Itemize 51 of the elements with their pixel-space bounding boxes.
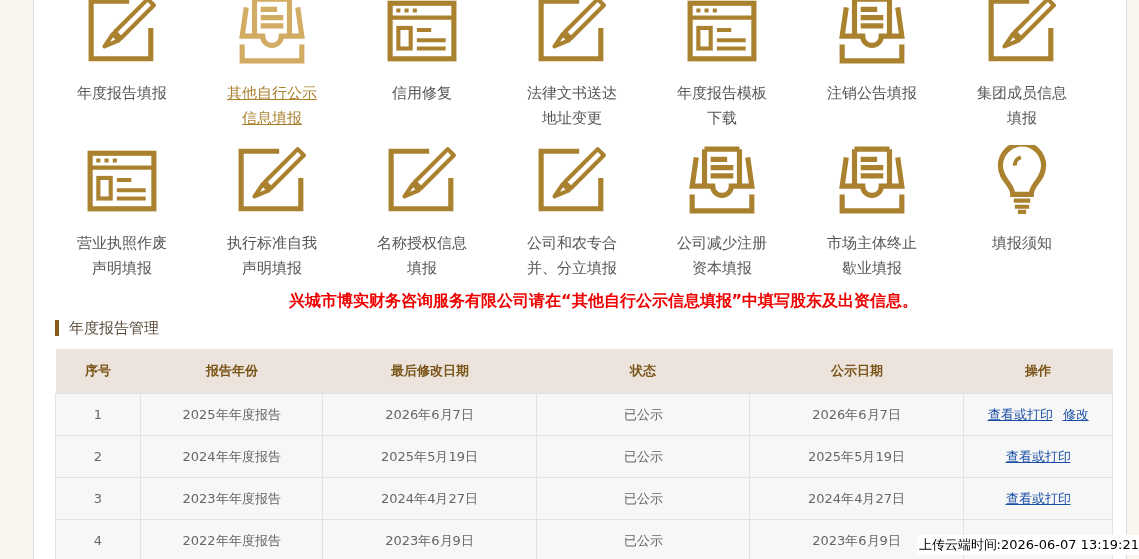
section-marker (55, 320, 59, 336)
view-print-link[interactable]: 查看或打印 (1005, 448, 1071, 464)
notice-text: 兴城市博实财务咨询服务有限公司请在“其他自行公示信息填报”中填写股东及出资信息。 (288, 290, 919, 312)
column-header: 状态 (536, 349, 750, 394)
function-link[interactable]: 营业执照作废声明填报 (72, 231, 172, 281)
table-cell: 2026年6月7日 (322, 393, 537, 436)
function-link[interactable]: 公司和农专合并、分立填报 (522, 231, 622, 281)
view-print-link[interactable]: 查看或打印 (1005, 490, 1071, 506)
table-cell: 2026年6月7日 (749, 393, 964, 436)
function-link[interactable]: 执行标准自我声明填报 (222, 231, 322, 281)
section-title: 年度报告管理 (69, 318, 159, 338)
table-cell: 2025年5月19日 (322, 435, 537, 478)
inbox-tray-icon[interactable] (836, 145, 908, 215)
table-cell: 2024年4月27日 (322, 477, 537, 520)
column-header: 序号 (55, 349, 141, 394)
function-link[interactable]: 注销公告填报 (822, 81, 922, 106)
table-cell: 2022年年度报告 (140, 519, 323, 559)
function-link[interactable]: 市场主体终止歇业填报 (822, 231, 922, 281)
column-header: 报告年份 (140, 349, 323, 394)
function-link[interactable]: 信用修复 (372, 81, 472, 106)
inbox-tray-icon[interactable] (686, 145, 758, 215)
table-cell: 已公示 (536, 519, 750, 559)
function-link[interactable]: 填报须知 (972, 231, 1072, 256)
inbox-tray-icon[interactable] (836, 0, 908, 65)
function-link[interactable]: 年度报告模板下载 (672, 81, 772, 131)
column-header: 公示日期 (749, 349, 964, 394)
table-cell: 4 (55, 519, 141, 559)
table-cell: 已公示 (536, 435, 750, 478)
function-link[interactable]: 年度报告填报 (72, 81, 172, 106)
table-cell: 2025年5月19日 (749, 435, 964, 478)
upload-time-overlay: 上传云端时间:2026-06-07 13:19:21 (916, 535, 1139, 555)
table-cell: 2024年4月27日 (749, 477, 964, 520)
table-cell: 3 (55, 477, 141, 520)
table-cell: 已公示 (536, 393, 750, 436)
column-header: 操作 (963, 349, 1113, 394)
function-link[interactable]: 法律文书送达地址变更 (522, 81, 622, 131)
function-link[interactable]: 集团成员信息填报 (972, 81, 1072, 131)
function-link[interactable]: 公司减少注册资本填报 (672, 231, 772, 281)
table-cell: 2023年年度报告 (140, 477, 323, 520)
table-cell: 1 (55, 393, 141, 436)
column-header: 最后修改日期 (322, 349, 537, 394)
function-link[interactable]: 其他自行公示信息填报 (222, 81, 322, 131)
edit-link[interactable]: 修改 (1062, 406, 1089, 422)
inbox-tray-icon[interactable] (236, 0, 308, 65)
table-cell: 2025年年度报告 (140, 393, 323, 436)
table-cell: 2024年年度报告 (140, 435, 323, 478)
table-cell: 2023年6月9日 (322, 519, 537, 559)
table-cell: 2 (55, 435, 141, 478)
table-cell: 已公示 (536, 477, 750, 520)
view-print-link[interactable]: 查看或打印 (987, 406, 1053, 422)
function-link[interactable]: 名称授权信息填报 (372, 231, 472, 281)
